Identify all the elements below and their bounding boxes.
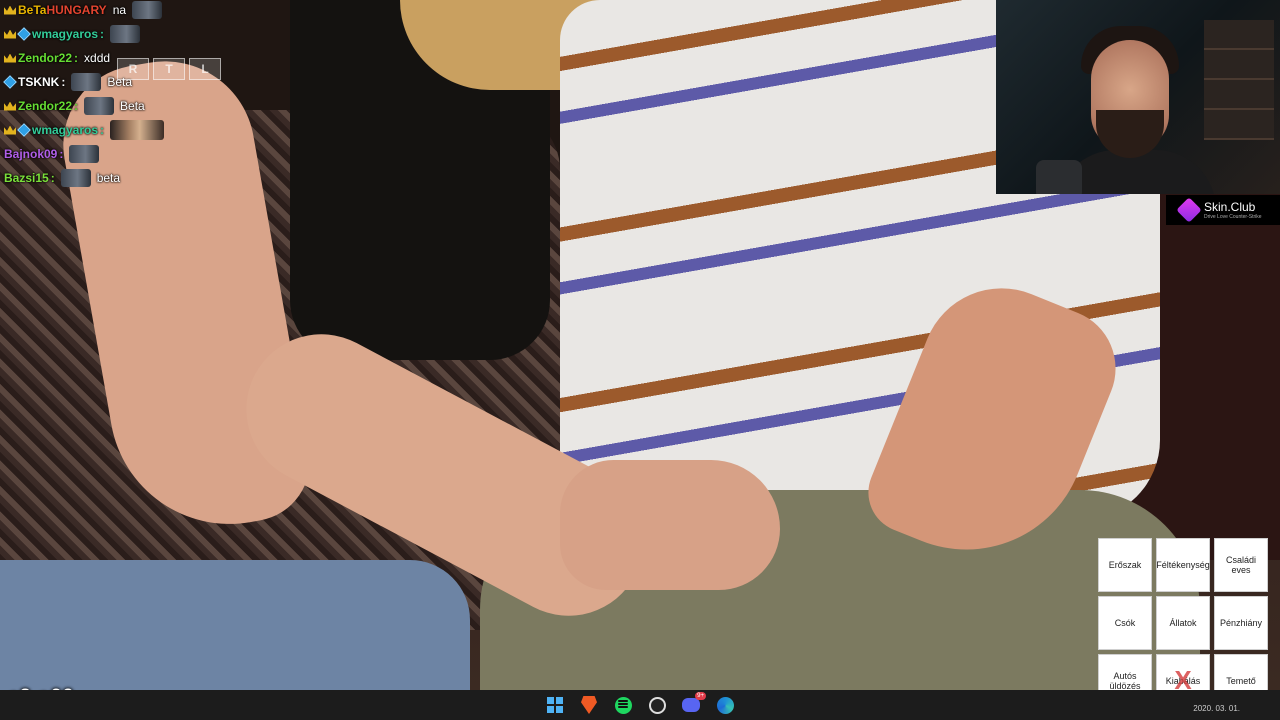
bingo-cell-label: Csók (1114, 617, 1136, 628)
channel-logo-letter: R (117, 58, 149, 80)
taskbar: 9+ 2020. 03. 01. (0, 690, 1280, 720)
chat-message: BeTaHUNGARY:na (4, 0, 163, 20)
discord-icon[interactable]: 9+ (680, 692, 706, 716)
bingo-board: Erőszak Féltékenység Családi eves Csók Állat… (1098, 538, 1268, 708)
chat-message: Bajnok09: (4, 144, 105, 164)
windows-start-icon[interactable] (544, 694, 566, 716)
streamer-webcam (996, 0, 1280, 194)
bingo-cell-label: Családi eves (1225, 554, 1256, 575)
edge-icon[interactable] (714, 694, 736, 716)
background-shelf (1204, 20, 1274, 140)
clasped-hands (560, 460, 780, 590)
channel-logo-letter: T (153, 58, 185, 80)
bingo-cell-label: Erőszak (1108, 559, 1142, 570)
cube-icon (17, 123, 31, 137)
bingo-cell-label: Kiabálás (1165, 675, 1201, 686)
discord-notification-badge: 9+ (695, 692, 706, 700)
chat-username[interactable]: BeTaHUNGARY (18, 3, 107, 17)
bingo-cell-label: Pénzhiány (1219, 617, 1263, 628)
skinclub-logo-icon (1176, 197, 1202, 223)
crown-icon (4, 125, 16, 135)
chat-separator: : (50, 171, 55, 185)
crown-icon (4, 101, 16, 111)
chat-separator: : (74, 99, 79, 113)
chat-separator: : (59, 147, 64, 161)
chat-username[interactable]: Bazsi15 (4, 171, 49, 185)
chat-username[interactable]: TSKNK (18, 75, 59, 89)
cube-icon (17, 27, 31, 41)
jeans (0, 560, 470, 690)
chat-message: wmagyaros: (4, 120, 170, 140)
chat-username[interactable]: wmagyaros (32, 27, 98, 41)
chat-message: wmagyaros: (4, 24, 146, 44)
bingo-cell-label: Autós üldözés (1109, 670, 1141, 691)
microphone-icon (1036, 160, 1082, 194)
channel-logo-letter: L (189, 58, 221, 80)
chat-message-text: beta (96, 171, 121, 185)
spotify-icon[interactable] (612, 694, 634, 716)
chat-username[interactable]: Bajnok09 (4, 147, 57, 161)
crown-icon (4, 29, 16, 39)
bingo-cell-label: Temető (1226, 675, 1256, 686)
chat-separator: : (61, 75, 66, 89)
bingo-cell-label: Féltékenység (1156, 559, 1210, 570)
chat-separator: : (100, 27, 105, 41)
bingo-cell: Csók (1098, 596, 1152, 650)
crown-icon (4, 53, 16, 63)
emote-icon (69, 145, 100, 163)
chat-separator: : (74, 51, 79, 65)
chat-username[interactable]: wmagyaros (32, 123, 98, 137)
bingo-cell-label: Állatok (1169, 617, 1197, 628)
emote-icon (84, 97, 115, 115)
taskbar-clock[interactable]: 2020. 03. 01. (1193, 704, 1240, 713)
chat-separator: : (100, 123, 105, 137)
bingo-cell: Erőszak (1098, 538, 1152, 592)
emote-icon (71, 73, 102, 91)
emote-icon (110, 25, 141, 43)
chat-message-text: na (112, 3, 127, 17)
emote-icon (60, 169, 91, 187)
bingo-cell: Családi eves (1214, 538, 1268, 592)
chat-message: Bazsi15: beta (4, 168, 120, 188)
chat-username-part: BeTa (18, 3, 47, 17)
cube-icon (3, 75, 17, 89)
bingo-cell: Pénzhiány (1214, 596, 1268, 650)
channel-logo: R T L (117, 58, 221, 80)
chat-message-text: Beta (120, 99, 145, 113)
chat-message: TSKNK: Beta (3, 72, 132, 92)
chat-message-text: xddd (84, 51, 111, 65)
chat-username-part: HUNGARY (46, 3, 107, 17)
chat-username[interactable]: Zendor22 (18, 99, 72, 113)
bingo-cell: Féltékenység (1156, 538, 1210, 592)
crown-icon (4, 5, 16, 15)
chat-message: Zendor22: Beta (4, 96, 145, 116)
brave-browser-icon[interactable] (578, 694, 600, 716)
face-emote-icon (110, 120, 165, 140)
sponsor-tagline: Drive Love Counter-Strike (1204, 213, 1262, 220)
chat-message: Zendor22: xddd (4, 48, 110, 68)
emote-icon (132, 1, 163, 19)
sponsor-banner[interactable]: Skin.Club Drive Love Counter-Strike (1166, 195, 1280, 225)
bingo-cell: Állatok (1156, 596, 1210, 650)
obs-icon[interactable] (646, 694, 668, 716)
sponsor-name: Skin.Club (1204, 199, 1256, 214)
chat-username[interactable]: Zendor22 (18, 51, 72, 65)
